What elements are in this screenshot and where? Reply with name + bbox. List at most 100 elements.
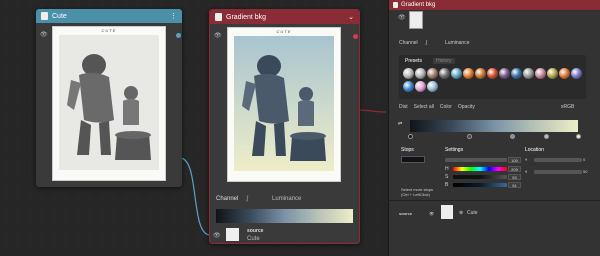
node-gradient-bkg[interactable]: Gradient bkg ⌄ 👁 CUTE Channel ∫ Luminanc… [209,9,360,244]
output-port[interactable] [176,33,181,38]
gradient-editor-bar[interactable] [410,120,578,132]
preview-thumbnail [409,11,423,29]
gradient-bar[interactable] [216,209,353,223]
node-cute-header[interactable]: Cute ⋮ [36,9,182,23]
node-cute-title: Cute [52,12,67,20]
curve-icon[interactable]: ∫ [246,196,248,202]
source-thumbnail [226,228,239,241]
select-hint: Select more stops (Ctrl + LeftClick) [401,187,434,197]
preset-swatch[interactable] [451,68,462,79]
preset-swatch[interactable] [403,81,414,92]
gradient-toolbar: Dist Select all Color Opacity [399,104,475,110]
channel-label: Channel [216,196,239,202]
saturation-label: S [445,174,449,180]
chevron-down-icon[interactable]: ⌄ [348,13,354,21]
node-gradient-title: Gradient bkg [226,13,267,21]
channel-mode[interactable]: Luminance [445,40,469,46]
preset-swatch[interactable] [403,68,414,79]
location-value[interactable]: 0 [583,157,585,162]
location-slider[interactable] [534,158,582,162]
source-thumbnail [441,205,453,219]
settings-label: Settings [445,147,464,153]
location-icon: ◐ [525,157,529,163]
gradient-stop[interactable] [576,134,581,139]
gradient-image-preview: CUTE [227,27,341,182]
gradient-stop[interactable] [510,134,515,139]
color-space[interactable]: sRGB [561,104,574,110]
panel-channel-row: Channel ∫ Luminance [399,40,469,46]
preset-swatch[interactable] [535,68,546,79]
preset-swatch[interactable] [487,68,498,79]
opacity-value[interactable]: 100 [508,157,521,163]
art-caption: CUTE [276,29,292,34]
preset-swatch[interactable] [499,68,510,79]
saturation-slider[interactable] [453,175,507,179]
dist-button[interactable]: Dist [399,104,408,110]
link-icon[interactable]: ⊗ [459,210,463,216]
preset-swatch[interactable] [523,68,534,79]
panel-title: Gradient bkg [401,2,436,8]
properties-panel: Gradient bkg 👁 Channel ∫ Luminance Prese… [388,0,600,256]
panel-header: Gradient bkg [389,0,600,10]
source-value: Cute [467,210,478,216]
r-value[interactable]: 209 [508,166,521,172]
preset-swatch[interactable] [427,81,438,92]
hue-slider[interactable] [453,167,507,171]
preset-swatch[interactable] [511,68,522,79]
preset-swatch[interactable] [475,68,486,79]
source-label: source [399,211,413,216]
g-value[interactable]: 53 [508,174,521,180]
opacity-button[interactable]: Opacity [458,104,475,110]
visibility-eye-icon[interactable]: 👁 [213,232,221,239]
preset-swatch[interactable] [571,68,582,79]
art-illustration [234,36,334,171]
location-slider-2[interactable] [534,170,582,174]
node-canvas[interactable]: Cute ⋮ 👁 CUTE Gradient bkg ⌄ 👁 CUTE Chan… [0,0,386,256]
tab-presets[interactable]: Presets [405,58,422,64]
gradient-node-icon [393,2,398,8]
cute-image-preview: CUTE [52,26,166,181]
swap-icon[interactable]: ⇄ [398,121,402,127]
opacity-slider[interactable] [445,158,507,162]
presets-box: Presets History [399,55,586,99]
gradient-node-icon [215,13,222,21]
preset-swatch[interactable] [463,68,474,79]
location-value-2[interactable]: 50 [583,169,587,174]
channel-row: Channel ∫ Luminance [216,196,301,202]
art-illustration [59,35,159,170]
gradient-stop[interactable] [408,134,413,139]
divider [389,200,600,201]
select-all-button[interactable]: Select all [414,104,434,110]
preset-swatch[interactable] [559,68,570,79]
output-port[interactable] [353,34,358,39]
preset-swatch[interactable] [415,81,426,92]
color-button[interactable]: Color [440,104,452,110]
tab-history[interactable]: History [433,58,455,64]
hue-label: H [445,166,449,172]
node-gradient-header[interactable]: Gradient bkg ⌄ [210,10,359,24]
visibility-eye-icon[interactable]: 👁 [429,211,434,216]
preset-swatch[interactable] [427,68,438,79]
selected-stop-color[interactable] [401,156,425,163]
stops-label: Stops [401,147,414,153]
source-label: source [247,228,264,234]
curve-icon[interactable]: ∫ [426,40,427,46]
b-value[interactable]: 51 [508,182,521,188]
art-caption: CUTE [101,28,117,33]
source-value: Cute [247,236,260,242]
brightness-slider[interactable] [453,183,507,187]
gradient-stop[interactable] [467,134,472,139]
preset-swatch[interactable] [415,68,426,79]
opacity-icon: ◐ [525,169,529,175]
channel-mode[interactable]: Luminance [272,196,301,202]
node-menu-icon[interactable]: ⋮ [170,12,177,20]
channel-label: Channel [399,40,418,46]
visibility-eye-icon[interactable]: 👁 [40,31,48,38]
preset-swatch[interactable] [439,68,450,79]
node-cute[interactable]: Cute ⋮ 👁 CUTE [36,9,182,187]
brightness-label: B [445,182,449,188]
preset-swatch[interactable] [547,68,558,79]
visibility-eye-icon[interactable]: 👁 [214,32,222,39]
visibility-eye-icon[interactable]: 👁 [398,14,406,21]
gradient-stop[interactable] [544,134,549,139]
